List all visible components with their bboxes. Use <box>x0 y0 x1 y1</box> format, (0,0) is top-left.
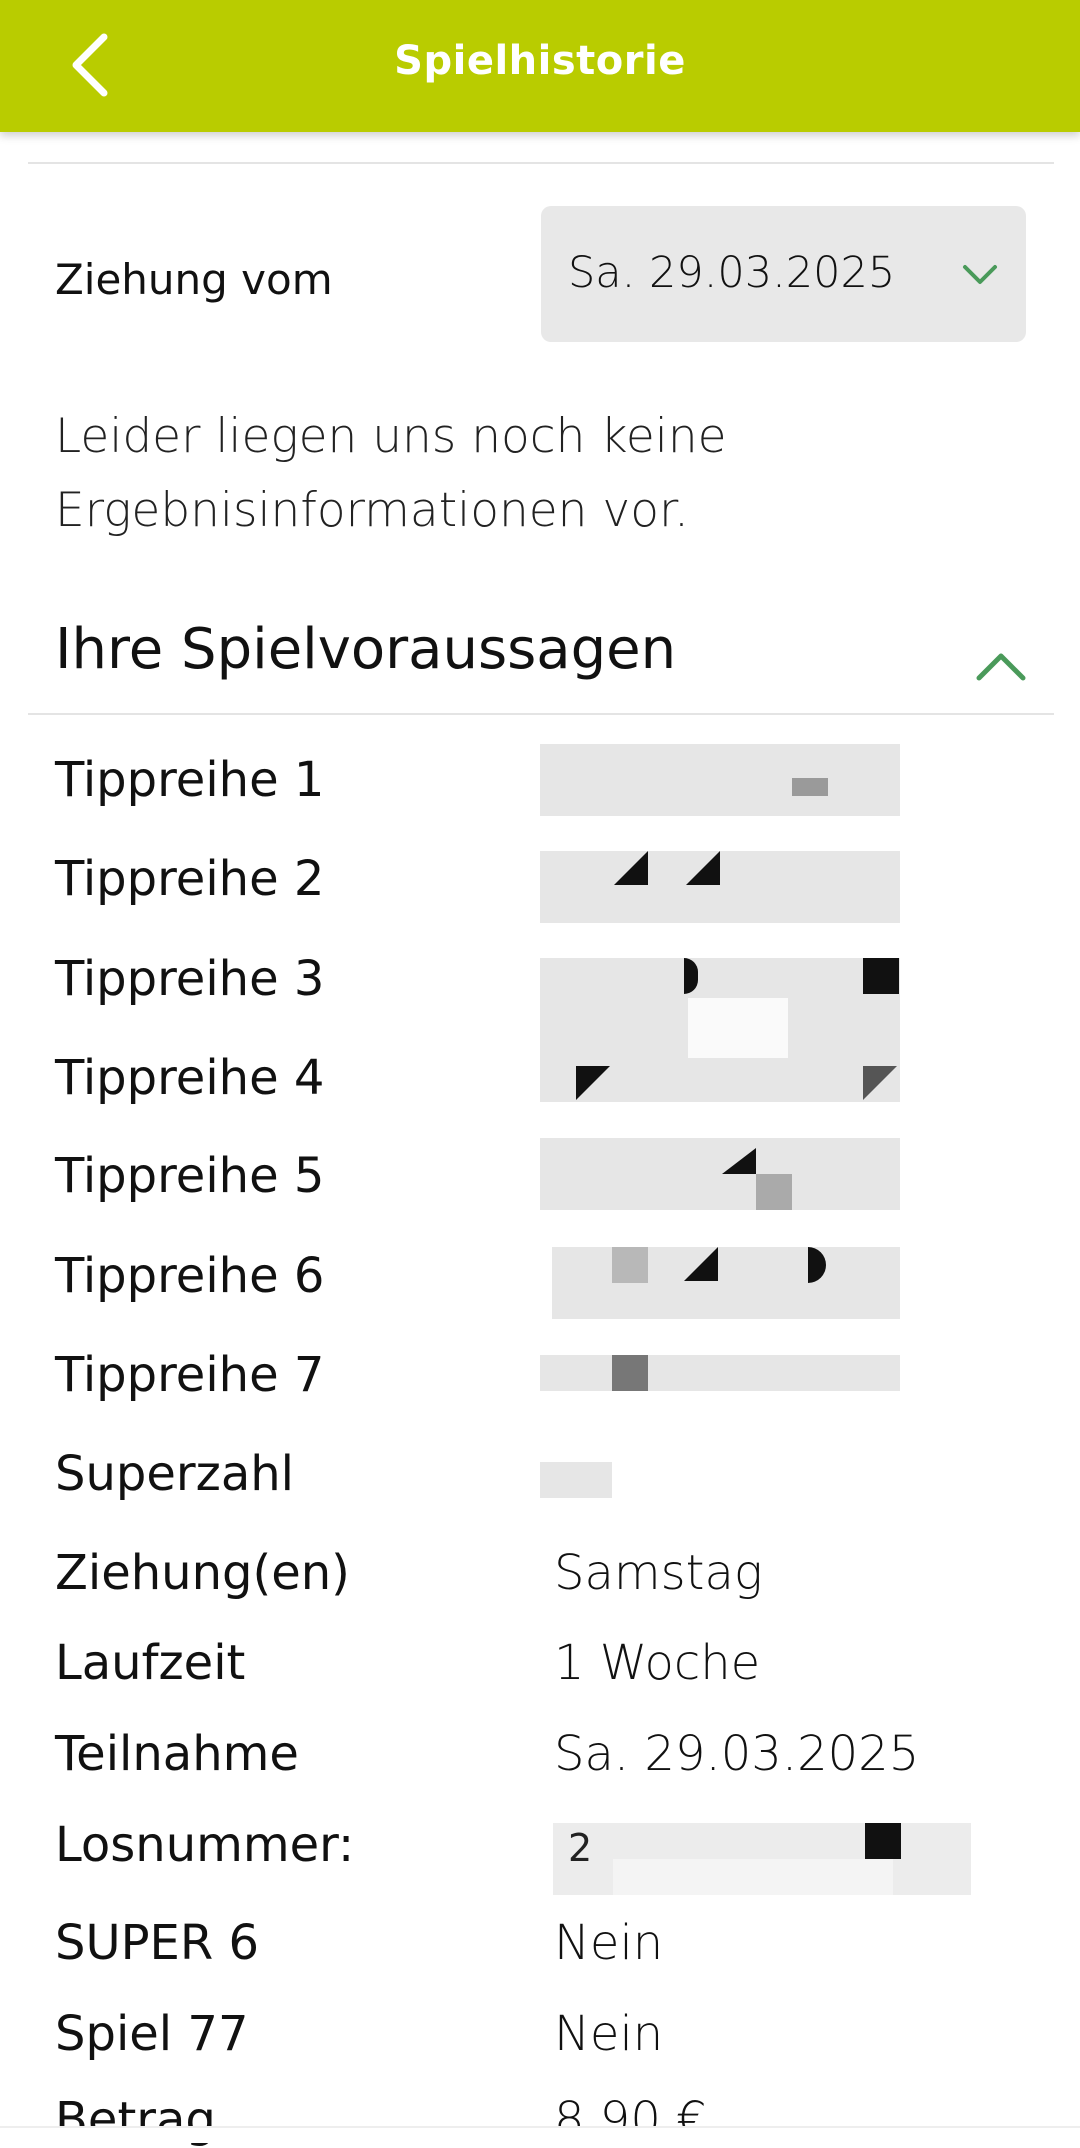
super6-value: Nein <box>554 1915 664 1971</box>
ziehungen-label: Ziehung(en) <box>55 1545 350 1601</box>
superzahl-value-redacted <box>540 1462 612 1498</box>
no-results-message: Leider liegen uns noch keine Ergebnisinf… <box>55 409 727 538</box>
app-bar: Spielhistorie <box>0 0 1080 132</box>
laufzeit-label: Laufzeit <box>55 1635 246 1691</box>
divider <box>28 713 1054 715</box>
draw-date-dropdown[interactable]: Sa. 29.03.2025 <box>541 206 1026 342</box>
tippreihe-4-numbers-redacted <box>540 1066 900 1102</box>
teilnahme-label: Teilnahme <box>55 1726 299 1782</box>
tippreihe-4-label: Tippreihe 4 <box>55 1050 325 1106</box>
superzahl-label: Superzahl <box>55 1446 294 1502</box>
predictions-section-title: Ihre Spielvoraussagen <box>55 617 677 682</box>
spiel77-value: Nein <box>554 2006 664 2062</box>
tippreihe-5-label: Tippreihe 5 <box>55 1148 325 1204</box>
tippreihe-6-label: Tippreihe 6 <box>55 1248 325 1304</box>
ziehungen-value: Samstag <box>554 1545 763 1601</box>
chevron-down-icon <box>963 265 997 284</box>
tippreihe-2-label: Tippreihe 2 <box>55 851 325 907</box>
losnummer-value-prefix: 2 <box>568 1826 593 1870</box>
tippreihe-3-label: Tippreihe 3 <box>55 951 325 1007</box>
teilnahme-value: Sa. 29.03.2025 <box>554 1726 920 1782</box>
super6-label: SUPER 6 <box>55 1915 260 1971</box>
bottom-edge <box>0 2126 1080 2143</box>
tippreihe-5-numbers-redacted <box>540 1138 900 1210</box>
tippreihe-2-numbers-redacted <box>540 851 900 923</box>
losnummer-value-redacted <box>553 1823 971 1895</box>
tippreihe-1-label: Tippreihe 1 <box>55 752 325 808</box>
laufzeit-value: 1 Woche <box>554 1635 761 1691</box>
draw-date-label: Ziehung vom <box>55 255 333 304</box>
draw-date-selected: Sa. 29.03.2025 <box>568 248 896 298</box>
page-title: Spielhistorie <box>394 38 686 84</box>
divider <box>28 162 1054 164</box>
tippreihe-1-numbers-redacted <box>540 744 900 816</box>
losnummer-label: Losnummer: <box>55 1817 355 1873</box>
tippreihe-6-numbers-redacted <box>552 1247 900 1319</box>
tippreihe-7-numbers-redacted <box>540 1355 900 1391</box>
tippreihe-7-label: Tippreihe 7 <box>55 1347 325 1403</box>
chevron-up-icon[interactable] <box>975 650 1027 682</box>
spiel77-label: Spiel 77 <box>55 2006 249 2062</box>
